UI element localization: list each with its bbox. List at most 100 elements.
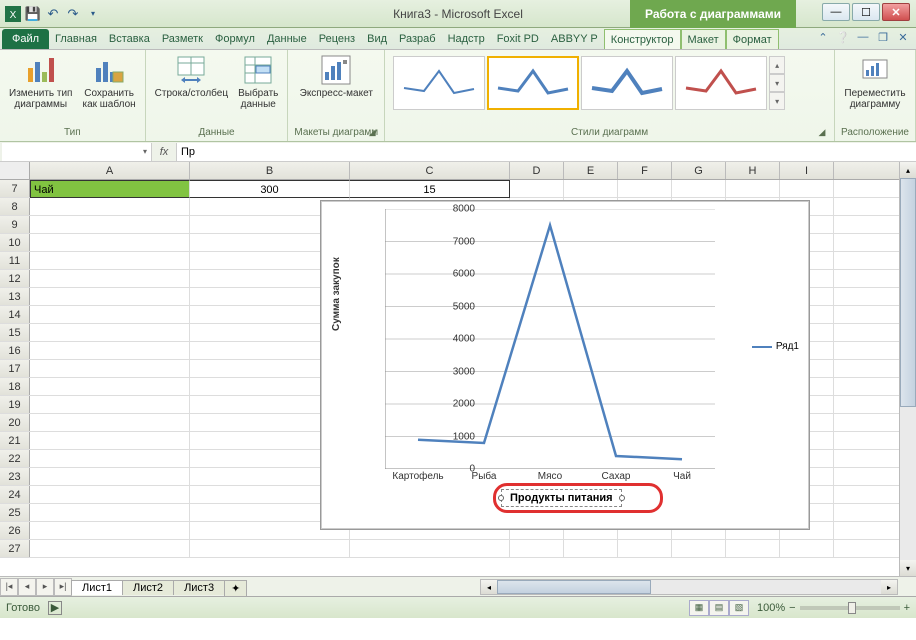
row-header-13[interactable]: 13	[0, 288, 30, 305]
close-button[interactable]: ✕	[882, 3, 910, 21]
tab-home[interactable]: Главная	[49, 29, 103, 49]
cell-A15[interactable]	[30, 324, 190, 342]
vertical-scrollbar[interactable]: ▴ ▾	[899, 162, 916, 576]
row-header-26[interactable]: 26	[0, 522, 30, 539]
chart-style-4[interactable]	[675, 56, 767, 110]
undo-icon[interactable]: ↶	[44, 5, 62, 23]
tab-chart-design[interactable]: Конструктор	[604, 29, 681, 49]
cell-A14[interactable]	[30, 306, 190, 324]
row-header-12[interactable]: 12	[0, 270, 30, 287]
cell-A27[interactable]	[30, 540, 190, 558]
styles-dialog-launcher-icon[interactable]: ◢	[816, 127, 828, 139]
cell-E7[interactable]	[564, 180, 618, 198]
resize-handle-right-icon[interactable]	[619, 495, 625, 501]
row-header-14[interactable]: 14	[0, 306, 30, 323]
row-header-8[interactable]: 8	[0, 198, 30, 215]
vscroll-thumb[interactable]	[900, 178, 916, 407]
zoom-level[interactable]: 100%	[757, 602, 785, 614]
chart-style-3[interactable]	[581, 56, 673, 110]
name-box[interactable]: ▾	[2, 143, 152, 161]
cell-H27[interactable]	[726, 540, 780, 558]
help-icon[interactable]: ❔	[836, 30, 850, 44]
cell-A12[interactable]	[30, 270, 190, 288]
column-header-A[interactable]: A	[30, 162, 190, 179]
cell-A11[interactable]	[30, 252, 190, 270]
quick-layout-button[interactable]: Экспресс-макет	[297, 52, 376, 101]
tab-formulas[interactable]: Формул	[209, 29, 261, 49]
zoom-in-button[interactable]: +	[904, 602, 910, 614]
change-chart-type-button[interactable]: Изменить тип диаграммы	[6, 52, 75, 112]
chart-style-1[interactable]	[393, 56, 485, 110]
file-tab[interactable]: Файл	[2, 29, 49, 49]
cell-B7[interactable]: 300	[190, 180, 350, 198]
scroll-right-icon[interactable]: ▸	[881, 580, 897, 594]
minimize-ribbon-icon[interactable]: ⌃	[816, 30, 830, 44]
cell-A24[interactable]	[30, 486, 190, 504]
sheet-nav-first-icon[interactable]: |◂	[0, 578, 18, 596]
column-header-D[interactable]: D	[510, 162, 564, 179]
hscroll-thumb[interactable]	[497, 580, 651, 594]
column-header-H[interactable]: H	[726, 162, 780, 179]
tab-chart-format[interactable]: Формат	[726, 29, 779, 49]
column-header-E[interactable]: E	[564, 162, 618, 179]
row-header-7[interactable]: 7	[0, 180, 30, 197]
view-normal-icon[interactable]: ▦	[689, 600, 709, 616]
cell-A20[interactable]	[30, 414, 190, 432]
row-header-16[interactable]: 16	[0, 342, 30, 359]
cell-G7[interactable]	[672, 180, 726, 198]
tab-abbyy[interactable]: ABBYY P	[545, 29, 604, 49]
zoom-out-button[interactable]: −	[789, 602, 795, 614]
cell-A21[interactable]	[30, 432, 190, 450]
row-header-25[interactable]: 25	[0, 504, 30, 521]
row-header-20[interactable]: 20	[0, 414, 30, 431]
workbook-restore-icon[interactable]: ❐	[876, 30, 890, 44]
cell-A19[interactable]	[30, 396, 190, 414]
cell-A26[interactable]	[30, 522, 190, 540]
cell-A9[interactable]	[30, 216, 190, 234]
column-header-G[interactable]: G	[672, 162, 726, 179]
cell-G27[interactable]	[672, 540, 726, 558]
tab-chart-layout[interactable]: Макет	[681, 29, 726, 49]
row-header-23[interactable]: 23	[0, 468, 30, 485]
embedded-chart[interactable]: Сумма закупок Ряд1 Продукты питания 0100…	[320, 200, 810, 530]
worksheet-grid[interactable]: ABCDEFGHI 7Чай30015891011121314151617181…	[0, 162, 916, 576]
save-icon[interactable]: 💾	[24, 5, 42, 23]
cell-A13[interactable]	[30, 288, 190, 306]
cell-A16[interactable]	[30, 342, 190, 360]
scroll-up-icon[interactable]: ▴	[900, 162, 916, 178]
tab-addins[interactable]: Надстр	[442, 29, 491, 49]
tab-developer[interactable]: Разраб	[393, 29, 442, 49]
gallery-more-icon[interactable]: ▾	[769, 92, 785, 110]
column-header-B[interactable]: B	[190, 162, 350, 179]
workbook-close-icon[interactable]: ✕	[896, 30, 910, 44]
row-header-27[interactable]: 27	[0, 540, 30, 557]
sheet-nav-last-icon[interactable]: ▸|	[54, 578, 72, 596]
select-data-button[interactable]: Выбрать данные	[235, 52, 281, 112]
row-header-15[interactable]: 15	[0, 324, 30, 341]
column-header-I[interactable]: I	[780, 162, 834, 179]
cell-E27[interactable]	[564, 540, 618, 558]
layouts-dialog-launcher-icon[interactable]: ◢	[366, 127, 378, 139]
minimize-button[interactable]: —	[822, 3, 850, 21]
cell-A22[interactable]	[30, 450, 190, 468]
chart-legend[interactable]: Ряд1	[752, 341, 799, 352]
row-header-21[interactable]: 21	[0, 432, 30, 449]
row-header-24[interactable]: 24	[0, 486, 30, 503]
switch-row-column-button[interactable]: Строка/столбец	[152, 52, 231, 101]
horizontal-scrollbar[interactable]: ◂ ▸	[480, 579, 898, 595]
gallery-down-icon[interactable]: ▾	[769, 74, 785, 92]
y-axis-title[interactable]: Сумма закупок	[331, 257, 342, 331]
qat-dropdown-icon[interactable]: ▾	[84, 5, 102, 23]
row-header-11[interactable]: 11	[0, 252, 30, 269]
tab-page-layout[interactable]: Разметк	[156, 29, 209, 49]
select-all-corner[interactable]	[0, 162, 30, 179]
cell-A10[interactable]	[30, 234, 190, 252]
cell-H7[interactable]	[726, 180, 780, 198]
cell-F27[interactable]	[618, 540, 672, 558]
move-chart-button[interactable]: Переместить диаграмму	[841, 52, 908, 112]
tab-view[interactable]: Вид	[361, 29, 393, 49]
tab-data[interactable]: Данные	[261, 29, 313, 49]
chart-style-2[interactable]	[487, 56, 579, 110]
tab-foxit[interactable]: Foxit PD	[491, 29, 545, 49]
new-sheet-button[interactable]: ✦	[224, 580, 247, 596]
